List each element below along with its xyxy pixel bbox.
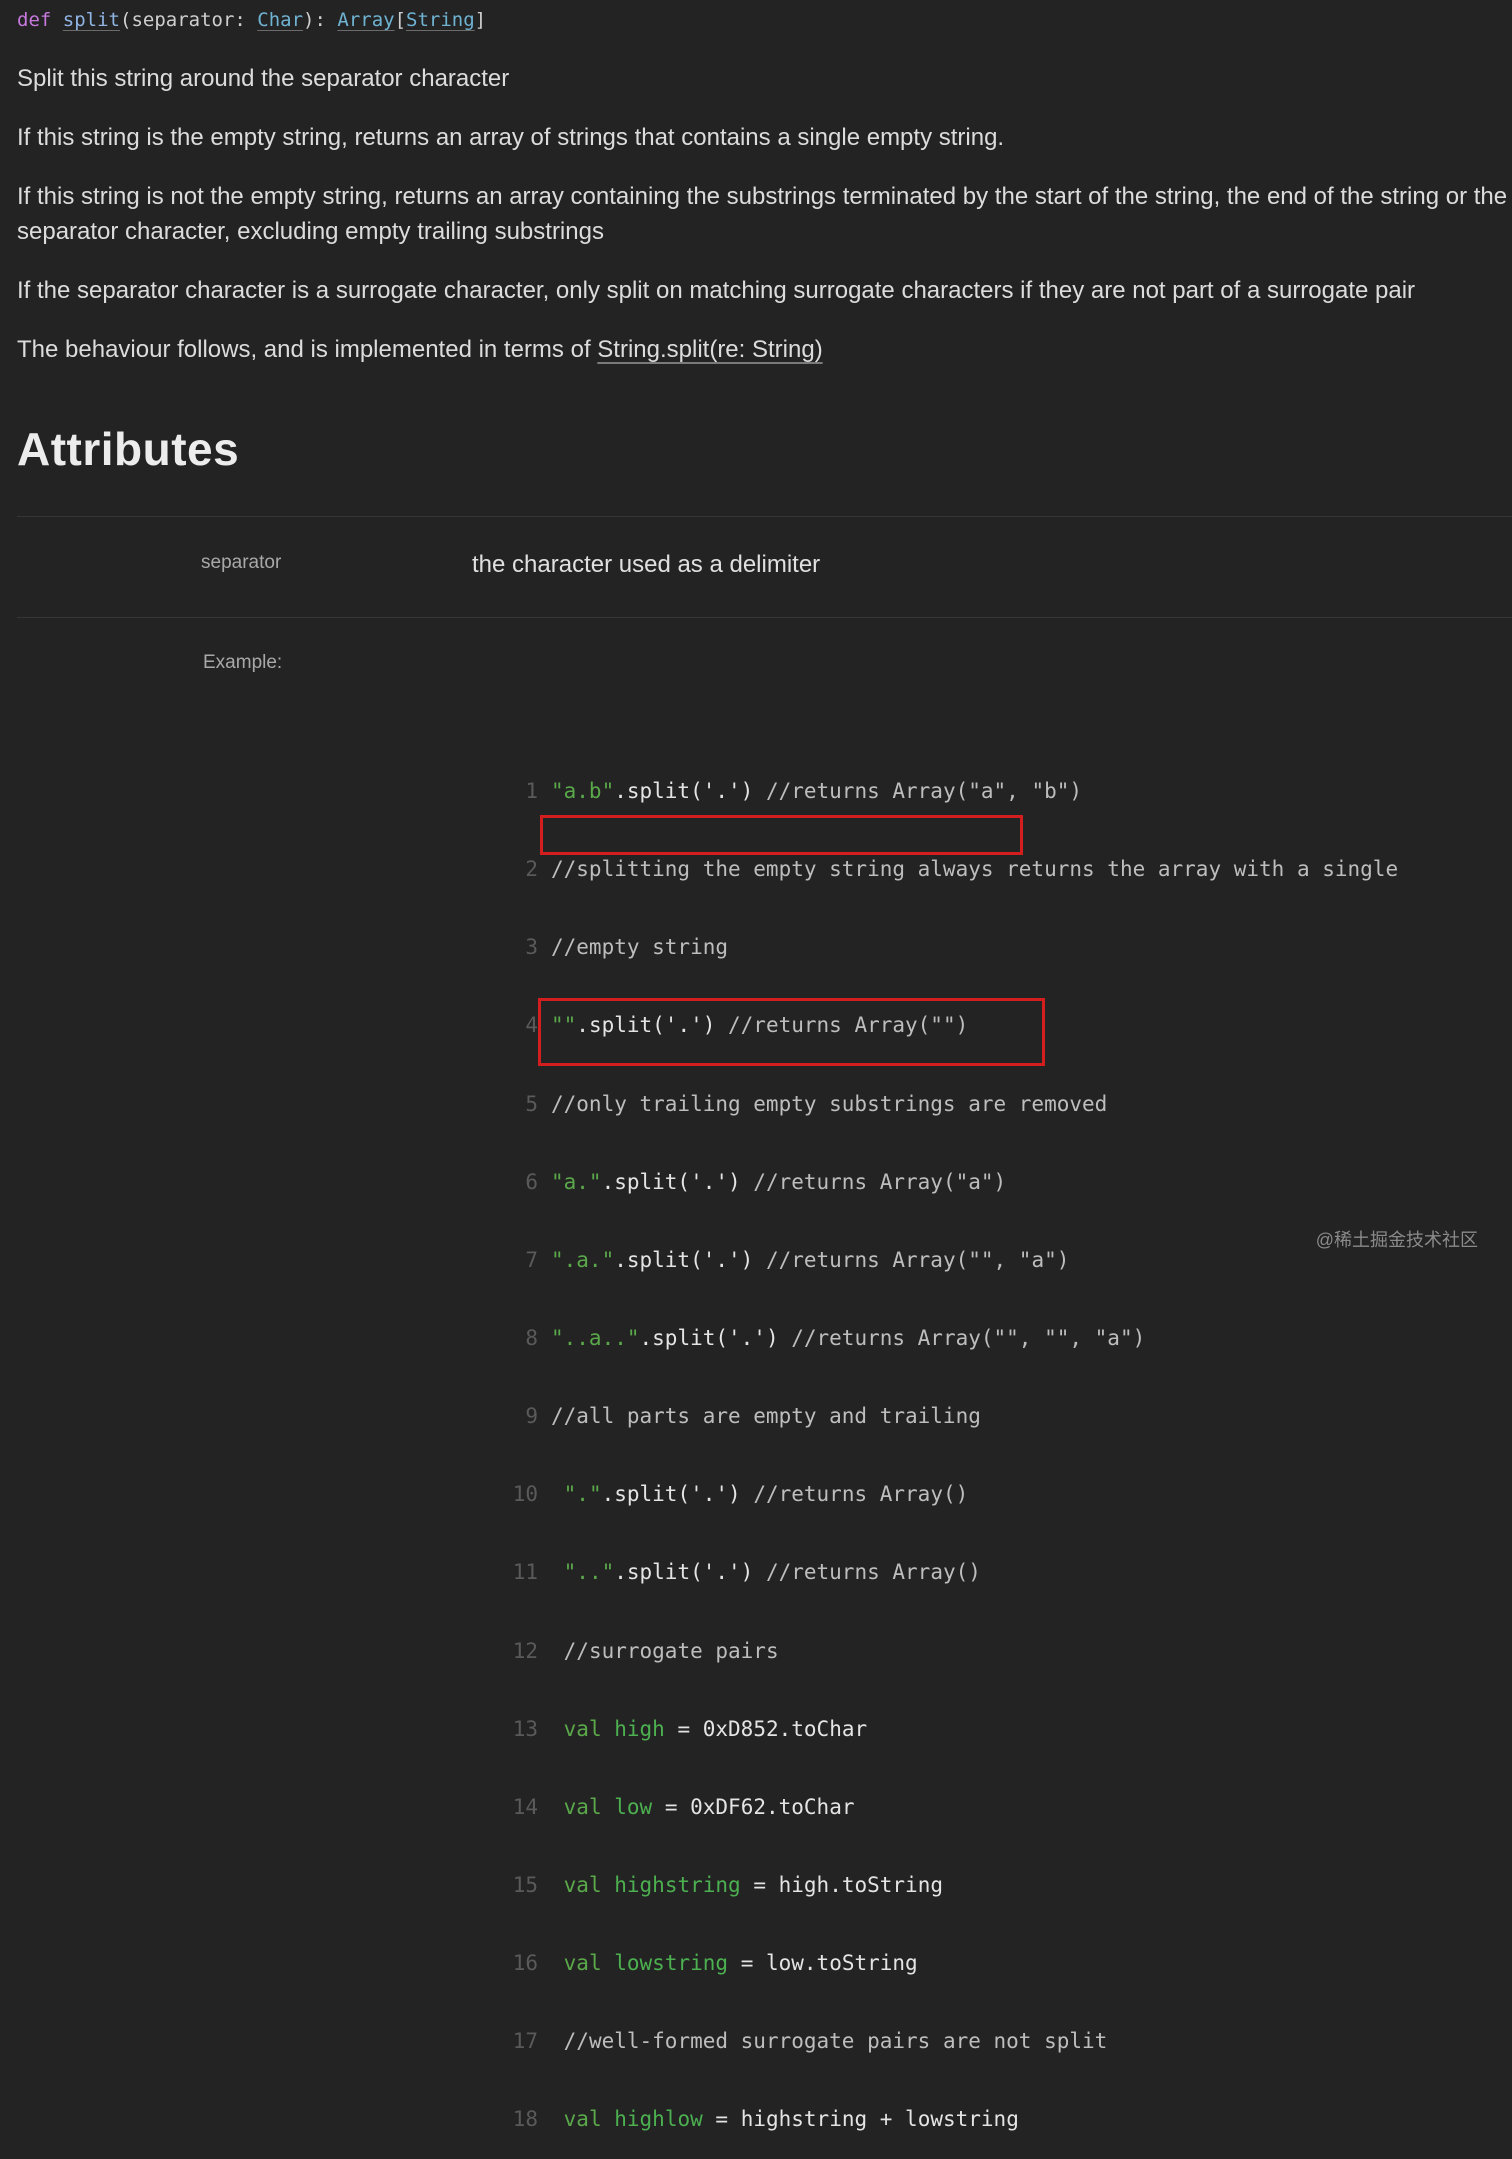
- attributes-heading: Attributes: [17, 423, 240, 475]
- colon: :: [234, 9, 258, 31]
- method-signature: def split(separator: Char): Array[String…: [17, 9, 486, 31]
- code-line: 18 val highlow = highstring + lowstring: [505, 2104, 1398, 2134]
- code-line: 2//splitting the empty string always ret…: [505, 854, 1398, 884]
- code-line: 1 "a.b".split('.') //returns Array("a", "…: [505, 776, 1398, 806]
- close-paren: ):: [303, 9, 338, 31]
- line-number: 15: [512, 1872, 538, 1897]
- code-line: 15 val highstring = high.toString: [505, 1870, 1398, 1900]
- attribute-param-name: separator: [201, 552, 282, 573]
- attribute-param-desc: the character used as a delimiter: [472, 551, 821, 578]
- method-name-link[interactable]: split: [63, 9, 120, 31]
- bracket-open: [: [394, 9, 407, 31]
- return-inner-type-link[interactable]: String: [406, 9, 475, 31]
- line-number: 5: [525, 1091, 538, 1116]
- description-nonempty-string: If this string is not the empty string, …: [17, 183, 1508, 245]
- def-keyword: def: [17, 9, 52, 31]
- line-number: 10: [512, 1482, 538, 1507]
- line-number: 8: [525, 1325, 538, 1350]
- line-number: 12: [512, 1638, 538, 1663]
- description-summary: Split this string around the separator c…: [17, 65, 510, 92]
- divider: [17, 617, 1512, 618]
- param-type-link[interactable]: Char: [257, 9, 303, 31]
- code-example: 1 "a.b".split('.') //returns Array("a", "…: [505, 728, 1398, 2159]
- line-number: 11: [512, 1560, 538, 1585]
- description-empty-string: If this string is the empty string, retu…: [17, 124, 1005, 151]
- code-line: 9//all parts are empty and trailing: [505, 1401, 1398, 1431]
- highlight-box-empty-string: [540, 815, 1023, 855]
- code-line: 17 //well-formed surrogate pairs are not…: [505, 2026, 1398, 2056]
- code-line: 3//empty string: [505, 932, 1398, 962]
- line-number: 2: [525, 857, 538, 882]
- line-number: 18: [512, 2107, 538, 2132]
- line-number: 17: [512, 2029, 538, 2054]
- code-line: 7 ".a.".split('.') //returns Array("", "a…: [505, 1245, 1398, 1275]
- bracket-close: ]: [474, 9, 487, 31]
- line-number: 14: [512, 1794, 538, 1819]
- watermark: @稀土掘金技术社区: [1315, 1230, 1478, 1250]
- line-number: 16: [512, 1951, 538, 1976]
- code-line: 12 //surrogate pairs: [505, 1636, 1398, 1666]
- line-number: 1: [525, 779, 538, 803]
- string-split-link[interactable]: String.split(re: String): [597, 336, 822, 363]
- line-number: 7: [525, 1247, 538, 1272]
- open-paren: (: [119, 9, 132, 31]
- description-behaviour: The behaviour follows, and is implemente…: [17, 332, 1512, 367]
- code-line: 8 "..a..".split('.') //returns Array("", …: [505, 1323, 1398, 1353]
- description-surrogate: If the separator character is a surrogat…: [17, 277, 1416, 304]
- example-label: Example:: [203, 652, 283, 673]
- code-line: 14 val low = 0xDF62.toChar: [505, 1792, 1398, 1822]
- code-line: 6 "a.".split('.') //returns Array("a"): [505, 1167, 1398, 1197]
- return-type-link[interactable]: Array: [337, 9, 394, 31]
- code-line: 11 "..".split('.') //returns Array(): [505, 1557, 1398, 1587]
- code-line: 10 ".".split('.') //returns Array(): [505, 1479, 1398, 1509]
- code-line: 5//only trailing empty substrings are re…: [505, 1089, 1398, 1119]
- code-line: 16 val lowstring = low.toString: [505, 1948, 1398, 1978]
- param-name: separator: [131, 9, 235, 31]
- line-number: 6: [525, 1169, 538, 1194]
- highlight-box-all-empty: [538, 998, 1045, 1066]
- line-number: 9: [525, 1404, 538, 1429]
- divider: [17, 516, 1512, 517]
- line-number: 13: [512, 1716, 538, 1741]
- code-line: 13 val high = 0xD852.toChar: [505, 1714, 1398, 1744]
- behaviour-text: The behaviour follows, and is implemente…: [17, 336, 598, 363]
- line-number: 3: [525, 935, 538, 960]
